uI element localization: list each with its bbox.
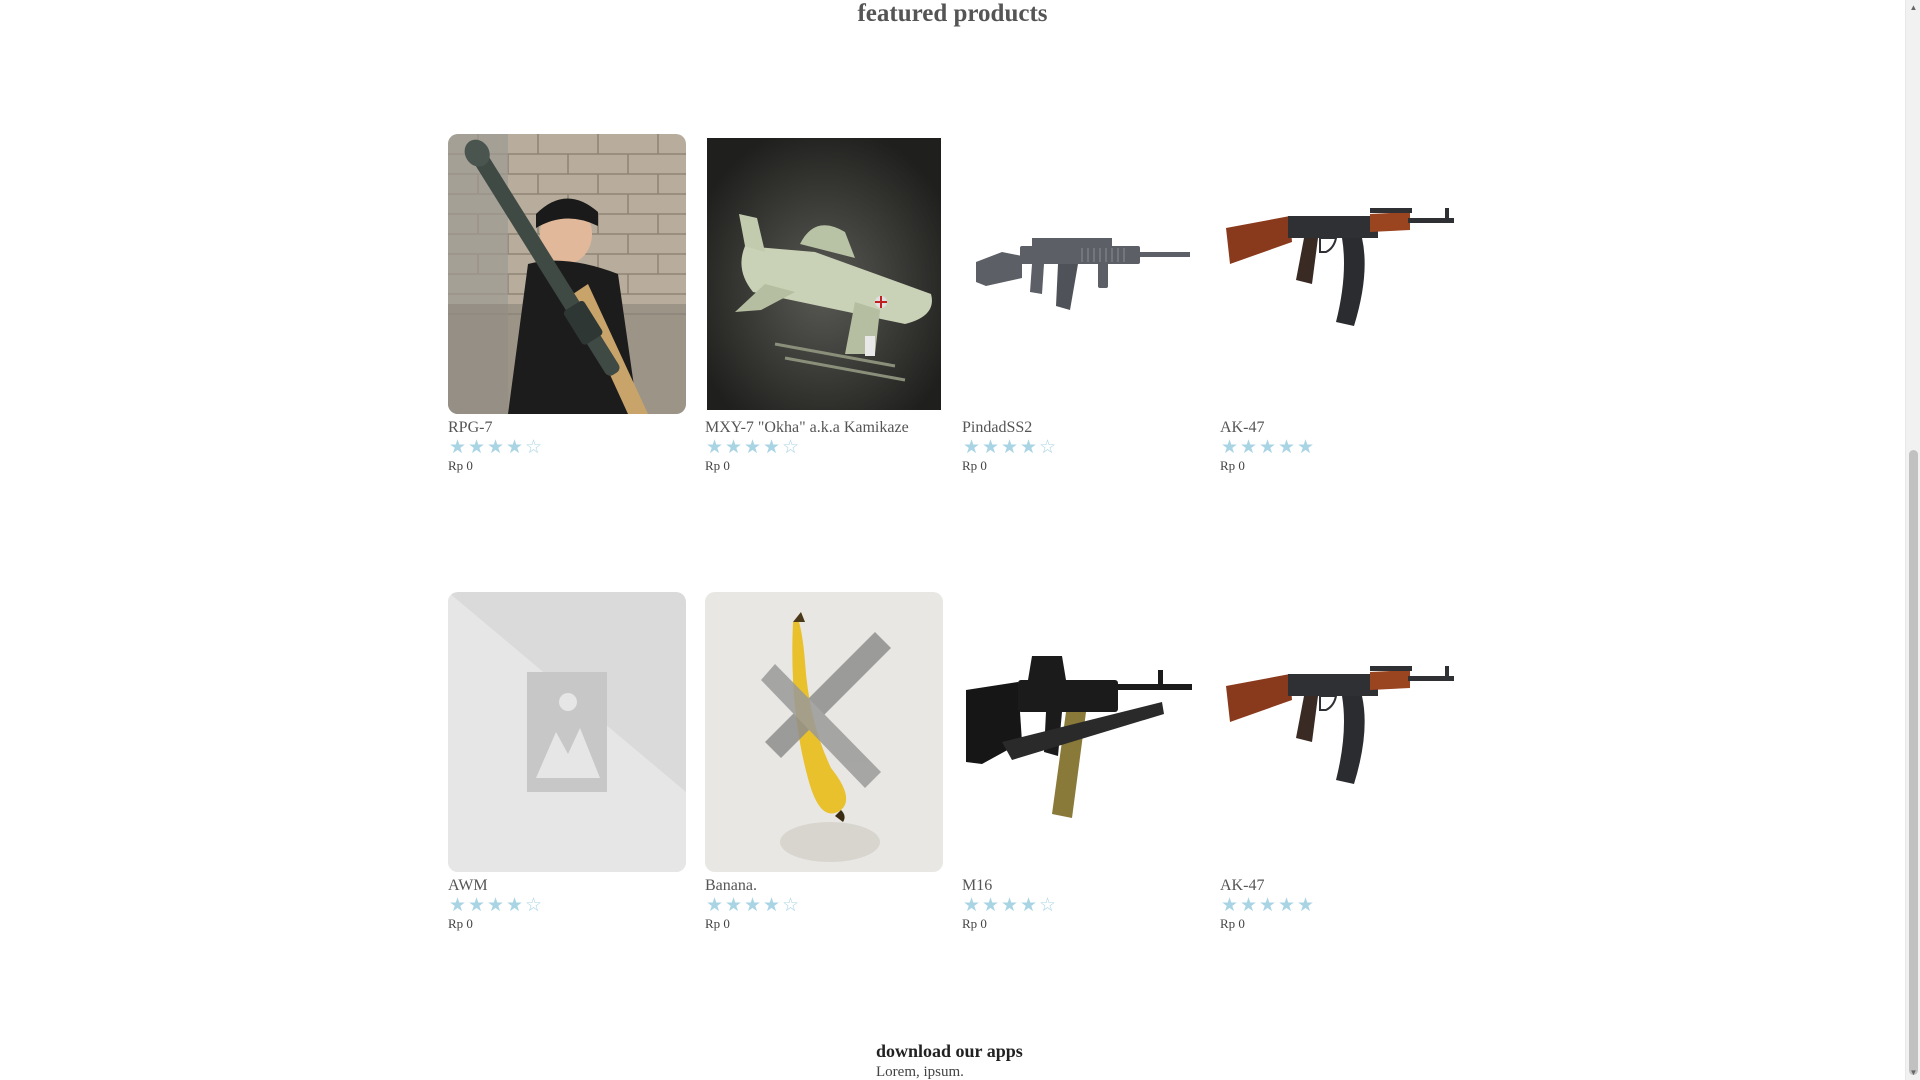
- page: featured products RPG-7 ★ ★ ★ ★ ☆ Rp 0 M…: [0, 0, 1920, 1080]
- star-empty-icon: ☆: [1038, 895, 1057, 916]
- product-card[interactable]: M16 ★ ★ ★ ★ ☆ Rp 0: [962, 592, 1202, 933]
- product-name[interactable]: MXY-7 "Okha" a.k.a Kamikaze: [705, 419, 945, 437]
- product-price: Rp 0: [1220, 458, 1245, 473]
- product-name[interactable]: M16: [962, 877, 1202, 895]
- scroll-up-arrow-icon[interactable]: ▲: [1906, 0, 1920, 15]
- product-name[interactable]: AK-47: [1220, 419, 1460, 437]
- star-filled-icon: ★: [1220, 895, 1239, 916]
- ak47-rifle-photo-icon: [1220, 592, 1458, 872]
- product-price: Rp 0: [705, 916, 730, 931]
- star-filled-icon: ★: [1258, 895, 1277, 916]
- star-filled-icon: ★: [486, 437, 505, 458]
- star-filled-icon: ★: [1296, 895, 1315, 916]
- ak47-rifle-photo-icon: [1220, 134, 1458, 414]
- star-empty-icon: ☆: [524, 437, 543, 458]
- product-image[interactable]: [448, 592, 686, 872]
- vertical-scrollbar[interactable]: ▲ ▼: [1905, 0, 1920, 1080]
- star-filled-icon: ★: [1019, 437, 1038, 458]
- okha-rocket-plane-photo-icon: [705, 134, 943, 414]
- rating-stars: ★ ★ ★ ★ ☆: [962, 437, 1202, 458]
- star-filled-icon: ★: [505, 437, 524, 458]
- star-filled-icon: ★: [981, 895, 1000, 916]
- product-card[interactable]: MXY-7 "Okha" a.k.a Kamikaze ★ ★ ★ ★ ☆ Rp 0: [705, 134, 945, 475]
- star-filled-icon: ★: [1000, 437, 1019, 458]
- product-price: Rp 0: [448, 458, 473, 473]
- star-filled-icon: ★: [486, 895, 505, 916]
- download-apps-section: download our apps Lorem, ipsum.: [876, 1040, 1023, 1080]
- star-filled-icon: ★: [981, 437, 1000, 458]
- rating-stars: ★ ★ ★ ★ ★: [1220, 895, 1460, 916]
- star-filled-icon: ★: [705, 895, 724, 916]
- rating-stars: ★ ★ ★ ★ ☆: [448, 895, 688, 916]
- star-filled-icon: ★: [1220, 437, 1239, 458]
- star-empty-icon: ☆: [1038, 437, 1057, 458]
- product-card[interactable]: Banana. ★ ★ ★ ★ ☆ Rp 0: [705, 592, 945, 933]
- star-filled-icon: ★: [467, 437, 486, 458]
- star-filled-icon: ★: [1277, 895, 1296, 916]
- rating-stars: ★ ★ ★ ★ ☆: [962, 895, 1202, 916]
- star-filled-icon: ★: [762, 895, 781, 916]
- product-price: Rp 0: [448, 916, 473, 931]
- taped-banana-photo-icon: [705, 592, 943, 872]
- section-title: featured products: [857, 0, 1048, 27]
- star-empty-icon: ☆: [781, 895, 800, 916]
- product-image[interactable]: [448, 134, 686, 414]
- product-image[interactable]: [705, 592, 943, 872]
- star-filled-icon: ★: [1000, 895, 1019, 916]
- scroll-down-arrow-icon[interactable]: ▼: [1906, 1065, 1920, 1080]
- rpg-launcher-photo-icon: [448, 134, 686, 414]
- star-filled-icon: ★: [1239, 437, 1258, 458]
- scrollbar-thumb[interactable]: [1909, 450, 1918, 1075]
- rating-stars: ★ ★ ★ ★ ☆: [705, 437, 945, 458]
- product-image[interactable]: [1220, 592, 1458, 872]
- product-card[interactable]: AWM ★ ★ ★ ★ ☆ Rp 0: [448, 592, 688, 933]
- product-card[interactable]: PindadSS2 ★ ★ ★ ★ ☆ Rp 0: [962, 134, 1202, 475]
- product-image[interactable]: [705, 134, 943, 414]
- star-filled-icon: ★: [743, 895, 762, 916]
- product-price: Rp 0: [705, 458, 730, 473]
- star-empty-icon: ☆: [524, 895, 543, 916]
- product-name[interactable]: PindadSS2: [962, 419, 1202, 437]
- star-filled-icon: ★: [467, 895, 486, 916]
- rating-stars: ★ ★ ★ ★ ★: [1220, 437, 1460, 458]
- star-filled-icon: ★: [1019, 895, 1038, 916]
- assault-rifle-photo-icon: [962, 134, 1200, 414]
- product-name[interactable]: RPG-7: [448, 419, 688, 437]
- image-placeholder-icon: [448, 592, 686, 872]
- download-apps-title: download our apps: [876, 1041, 1023, 1061]
- m16-rifle-photo-icon: [962, 592, 1200, 872]
- product-card[interactable]: RPG-7 ★ ★ ★ ★ ☆ Rp 0: [448, 134, 688, 475]
- product-card[interactable]: AK-47 ★ ★ ★ ★ ★ Rp 0: [1220, 592, 1460, 933]
- product-name[interactable]: AK-47: [1220, 877, 1460, 895]
- download-apps-subtitle: Lorem, ipsum.: [876, 1064, 964, 1080]
- product-image[interactable]: [962, 592, 1200, 872]
- star-filled-icon: ★: [505, 895, 524, 916]
- rating-stars: ★ ★ ★ ★ ☆: [448, 437, 688, 458]
- star-filled-icon: ★: [448, 895, 467, 916]
- star-filled-icon: ★: [448, 437, 467, 458]
- star-filled-icon: ★: [1239, 895, 1258, 916]
- star-filled-icon: ★: [724, 895, 743, 916]
- star-filled-icon: ★: [1277, 437, 1296, 458]
- star-filled-icon: ★: [1258, 437, 1277, 458]
- star-empty-icon: ☆: [781, 437, 800, 458]
- product-name[interactable]: Banana.: [705, 877, 945, 895]
- star-filled-icon: ★: [962, 437, 981, 458]
- star-filled-icon: ★: [743, 437, 762, 458]
- star-filled-icon: ★: [705, 437, 724, 458]
- product-image[interactable]: [1220, 134, 1458, 414]
- star-filled-icon: ★: [762, 437, 781, 458]
- product-card[interactable]: AK-47 ★ ★ ★ ★ ★ Rp 0: [1220, 134, 1460, 475]
- product-price: Rp 0: [962, 458, 987, 473]
- product-price: Rp 0: [1220, 916, 1245, 931]
- rating-stars: ★ ★ ★ ★ ☆: [705, 895, 945, 916]
- star-filled-icon: ★: [724, 437, 743, 458]
- product-image[interactable]: [962, 134, 1200, 414]
- product-name[interactable]: AWM: [448, 877, 688, 895]
- star-filled-icon: ★: [962, 895, 981, 916]
- star-filled-icon: ★: [1296, 437, 1315, 458]
- product-price: Rp 0: [962, 916, 987, 931]
